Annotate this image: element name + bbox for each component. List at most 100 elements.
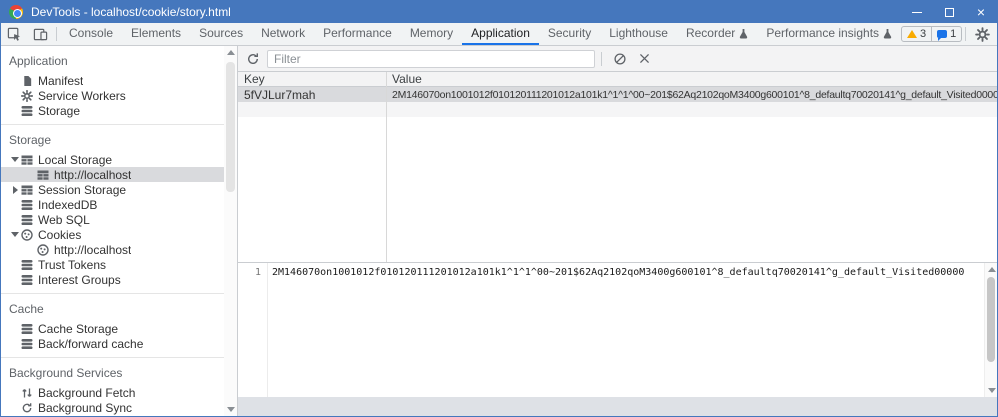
sidebar-scrollbar[interactable] [224,46,237,416]
window-title: DevTools - localhost/cookie/story.html [31,5,231,19]
sidebar-item-manifest[interactable]: Manifest [1,73,224,88]
value-preview-text[interactable]: 2M146070on1001012f010120111201012a101k1^… [268,263,997,397]
application-sidebar: Application Manifest Service Workers Storag… [1,46,238,416]
device-toolbar-icon [33,27,48,42]
tab-performance[interactable]: Performance [314,23,401,45]
sidebar-item-label: Background Fetch [38,385,136,400]
tabbar-right: 3 1 [901,23,998,45]
toggle-device-toolbar-button[interactable] [27,23,53,45]
minimize-button[interactable] [901,1,933,23]
sidebar-item-service-workers[interactable]: Service Workers [1,88,224,103]
devtools-window: DevTools - localhost/cookie/story.html ×… [0,0,998,417]
sidebar-item-label: Trust Tokens [38,257,107,272]
sidebar-section-application: Application Manifest Service Workers Storag… [1,46,224,125]
chevron-down-icon[interactable] [9,157,21,162]
filter-input[interactable] [267,49,595,68]
sidebar-section-cache: Cache Cache Storage Back/forward cache [1,294,224,358]
line-number: 1 [254,267,261,278]
maximize-button[interactable] [933,1,965,23]
close-button[interactable]: × [965,1,997,23]
table-empty-area [238,117,997,262]
sync-icon [21,402,33,414]
sidebar-item-trust-tokens[interactable]: Trust Tokens [1,257,224,272]
tab-label: Application [471,26,530,40]
settings-button[interactable] [969,26,995,42]
tab-recorder[interactable]: Recorder [677,23,757,45]
tab-network[interactable]: Network [252,23,314,45]
tab-label: Security [547,26,592,40]
chevron-right-icon[interactable] [9,185,21,194]
tab-memory[interactable]: Memory [401,23,462,45]
toolbar-separator [601,51,602,66]
gear-icon [974,26,990,42]
section-title: Cache [9,302,44,316]
tab-console[interactable]: Console [60,23,122,45]
sidebar-item-label: Storage [38,103,81,118]
sidebar-item-storage[interactable]: Storage [1,103,224,118]
sidebar-item-interest-groups[interactable]: Interest Groups [1,272,224,287]
column-header-key[interactable]: Key [238,72,386,86]
chrome-logo-icon [9,5,23,19]
experiment-flask-icon [739,28,748,39]
database-icon [21,338,33,350]
database-icon [21,199,33,211]
column-resize-handle[interactable] [386,72,387,262]
experiment-flask-icon [883,28,892,39]
sidebar-item-local-storage[interactable]: Local Storage [1,152,224,167]
sidebar-section-storage: Storage Local Storage http://localhost Sess… [1,125,224,294]
sidebar-item-http-localhost[interactable]: http://localhost [1,167,224,182]
sidebar-scroll-thumb[interactable] [226,62,235,192]
tab-application[interactable]: Application [462,23,539,45]
sidebar-item-label: Notifications [38,416,103,417]
scroll-down-icon[interactable] [227,407,235,412]
database-icon [21,214,33,226]
warnings-badge[interactable]: 3 [901,26,933,42]
tab-label: Memory [409,26,454,40]
sidebar-item-cookies[interactable]: Cookies [1,227,224,242]
messages-badge[interactable]: 1 [931,26,963,42]
tab-lighthouse[interactable]: Lighthouse [600,23,677,45]
tabbar-right-separator [965,27,967,41]
preview-scroll-up-icon[interactable] [988,267,996,272]
delete-selected-button[interactable] [632,52,656,65]
delete-all-button[interactable] [608,52,632,66]
sidebar-item-http-localhost[interactable]: http://localhost [1,242,224,257]
sidebar-item-indexeddb[interactable]: IndexedDB [1,197,224,212]
inspect-cursor-icon [7,27,22,42]
sidebar-item-label: Web SQL [38,212,90,227]
storage-value-cell[interactable]: 2M146070on1001012f010120111201012a101k1^… [386,89,997,101]
database-icon [21,274,33,286]
column-header-value[interactable]: Value [386,72,997,86]
messages-count: 1 [950,28,957,40]
tab-label: Console [69,26,114,40]
sidebar-item-cache-storage[interactable]: Cache Storage [1,321,224,336]
inspect-element-button[interactable] [1,23,27,45]
tab-sources[interactable]: Sources [190,23,252,45]
scroll-up-icon[interactable] [227,50,235,55]
sidebar-item-session-storage[interactable]: Session Storage [1,182,224,197]
preview-scrollbar[interactable] [984,263,997,397]
table-header[interactable]: Key Value [238,72,997,87]
sidebar-item-background-sync[interactable]: Background Sync [1,400,224,415]
tab-performance-insights[interactable]: Performance insights [757,23,901,45]
sidebar-item-background-fetch[interactable]: Background Fetch [1,385,224,400]
refresh-icon [246,52,260,66]
preview-scroll-thumb[interactable] [987,277,995,362]
local-storage-panel: Key Value 5fVJLur7mah 2M146070on1001012f… [238,46,997,416]
tab-security[interactable]: Security [539,23,600,45]
table-row[interactable]: 5fVJLur7mah 2M146070on1001012f0101201112… [238,87,997,102]
tab-strip: Console Elements Sources Network Performance… [60,23,901,45]
table-icon [37,169,49,181]
refresh-button[interactable] [241,52,265,66]
storage-key-cell[interactable]: 5fVJLur7mah [238,88,386,102]
sidebar-tree: Application Manifest Service Workers Storag… [1,46,224,416]
panel-bottom-bar [238,397,997,416]
tab-elements[interactable]: Elements [122,23,190,45]
sidebar-item-web-sql[interactable]: Web SQL [1,212,224,227]
preview-scroll-down-icon[interactable] [988,388,996,393]
database-icon [21,259,33,271]
table-row-empty[interactable] [238,102,997,117]
chevron-down-icon[interactable] [9,232,21,237]
sidebar-item-notifications[interactable]: Notifications [1,415,224,417]
sidebar-item-back-forward-cache[interactable]: Back/forward cache [1,336,224,351]
